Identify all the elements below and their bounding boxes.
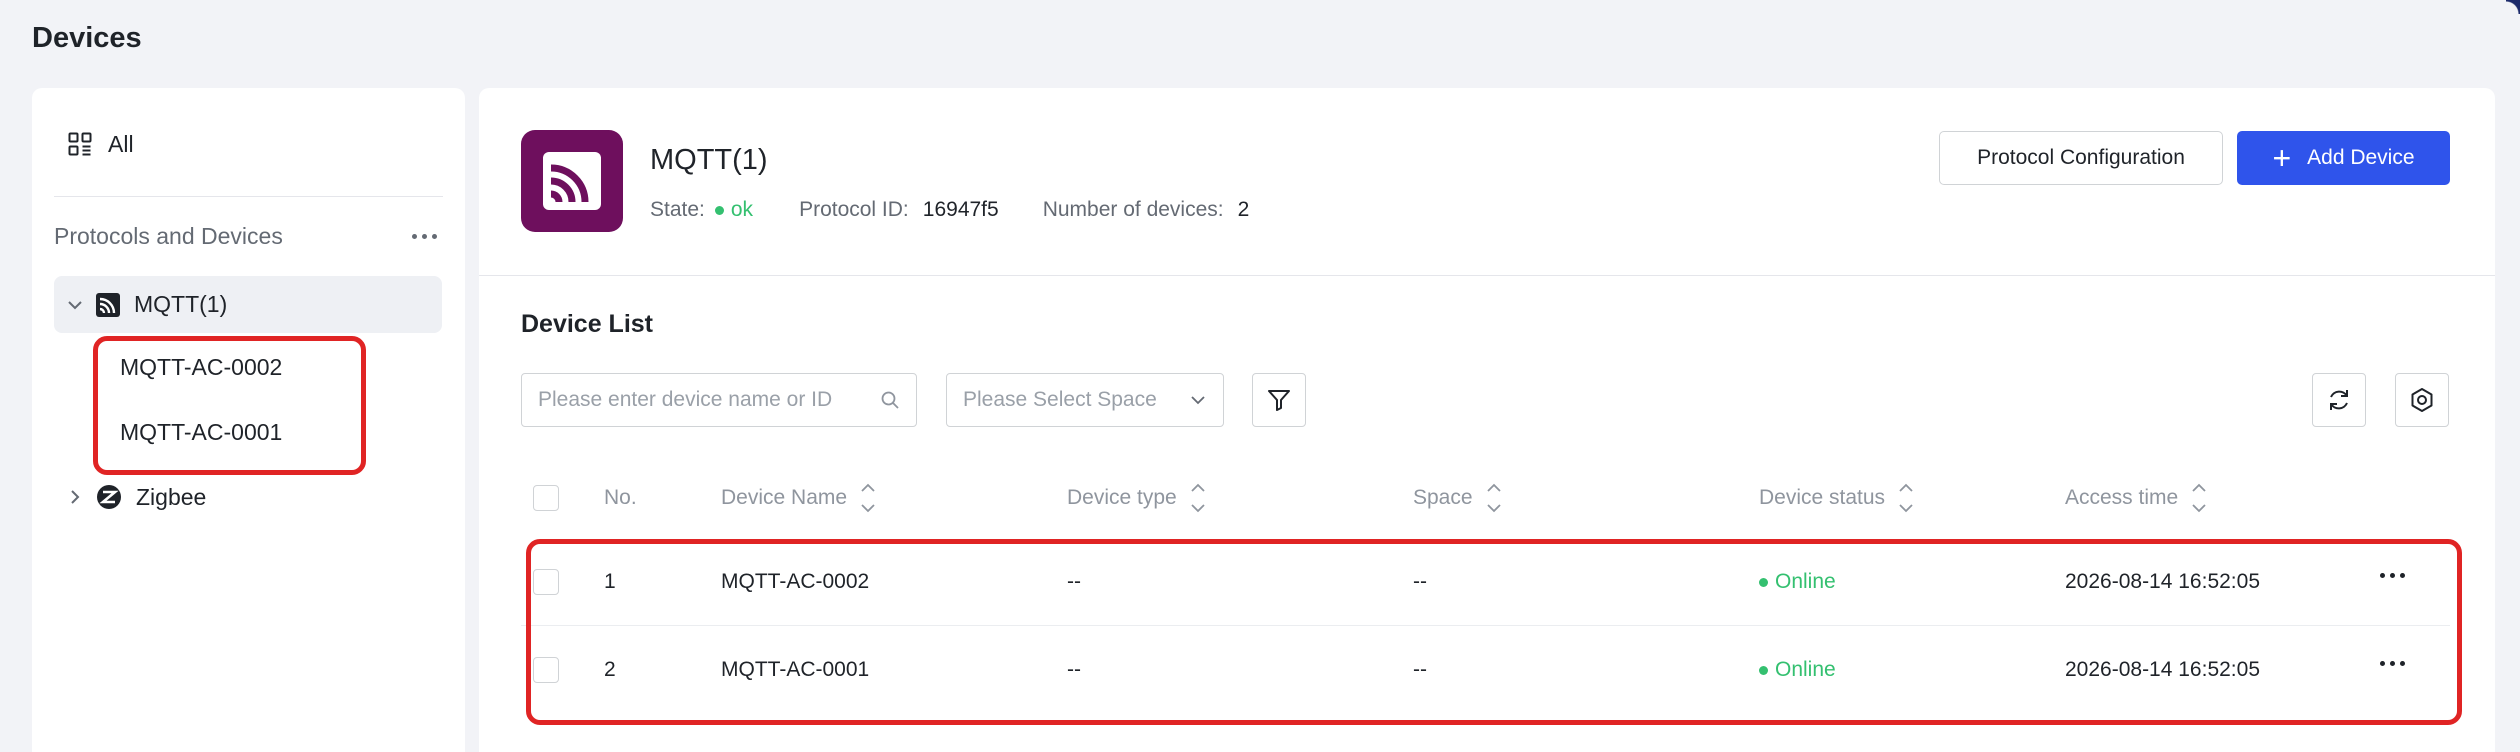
plus-icon: + <box>2272 140 2292 176</box>
row-more-icon[interactable] <box>2374 655 2411 672</box>
chevron-down-icon[interactable] <box>66 296 84 314</box>
cell-device-name: MQTT-AC-0001 <box>721 658 870 681</box>
filter-button[interactable] <box>1252 373 1306 427</box>
cell-device-status: Online <box>1759 626 1836 714</box>
space-select-placeholder: Please Select Space <box>963 388 1157 411</box>
protocols-section-header: Protocols and Devices <box>54 218 443 254</box>
status-dot <box>1759 577 1768 587</box>
cell-device-name: MQTT-AC-0002 <box>721 570 870 593</box>
cell-space: -- <box>1413 658 1427 681</box>
state-text: ok <box>730 198 754 221</box>
column-header-device-type[interactable]: Device type <box>1067 458 1207 538</box>
chevron-down-icon <box>1191 396 1205 405</box>
chevron-right-icon[interactable] <box>66 488 84 506</box>
protocol-configuration-button[interactable]: Protocol Configuration <box>1939 131 2223 185</box>
cell-device-type: -- <box>1067 658 1081 681</box>
status-badge: Online <box>1759 658 1836 682</box>
cell-no: 1 <box>604 570 616 593</box>
device-search-box[interactable] <box>521 373 917 427</box>
select-all-cell <box>533 458 559 538</box>
status-dot <box>1759 665 1768 675</box>
add-device-button[interactable]: + Add Device <box>2237 131 2450 185</box>
tree-item-label: MQTT(1) <box>134 291 228 317</box>
sort-icon[interactable] <box>2190 479 2208 517</box>
cell-access-time: 2026-08-14 16:52:05 <box>2065 658 2260 681</box>
column-header-device-name[interactable]: Device Name <box>721 458 877 538</box>
grid-icon <box>68 132 92 156</box>
cell-access-time: 2026-08-14 16:52:05 <box>2065 570 2260 593</box>
tree-item-label: Zigbee <box>136 483 207 510</box>
state-label: State: <box>650 198 705 221</box>
sort-icon[interactable] <box>1897 479 1915 517</box>
tree-child-device[interactable]: MQTT-AC-0002 <box>120 354 282 381</box>
table-header: No. Device Name Device type Space Device… <box>521 458 2450 538</box>
row-more-icon[interactable] <box>2374 567 2411 584</box>
add-device-label: Add Device <box>2307 146 2415 169</box>
tree-child-device[interactable]: MQTT-AC-0001 <box>120 419 282 446</box>
sort-icon[interactable] <box>1485 479 1503 517</box>
window-corner <box>2506 0 2520 14</box>
device-count-value: 2 <box>1237 198 1250 221</box>
protocol-id-value: 16947f5 <box>922 198 999 221</box>
table-row[interactable]: 1 MQTT-AC-0002 -- -- Online 2026-08-14 1… <box>521 538 2450 626</box>
space-select[interactable]: Please Select Space <box>946 373 1224 427</box>
protocol-name: MQTT(1) <box>650 144 768 176</box>
status-dot <box>714 205 724 215</box>
cell-device-type: -- <box>1067 570 1081 593</box>
cell-no: 2 <box>604 658 616 681</box>
row-checkbox[interactable] <box>533 657 559 683</box>
refresh-button[interactable] <box>2312 373 2366 427</box>
tree-all-label: All <box>108 130 134 157</box>
column-header-device-status[interactable]: Device status <box>1759 458 1915 538</box>
column-header-access-time[interactable]: Access time <box>2065 458 2208 538</box>
divider <box>54 196 443 197</box>
search-icon[interactable] <box>880 390 900 410</box>
device-count-label: Number of devices: <box>1042 198 1224 221</box>
column-header-space[interactable]: Space <box>1413 458 1503 538</box>
tree-item-zigbee[interactable]: Zigbee <box>66 477 206 517</box>
row-checkbox[interactable] <box>533 569 559 595</box>
mqtt-icon <box>543 152 601 210</box>
cell-space: -- <box>1413 570 1427 593</box>
protocol-meta: State: ok Protocol ID: 16947f5 Number of… <box>650 198 1249 222</box>
refresh-icon <box>2330 390 2348 410</box>
cell-device-status: Online <box>1759 538 1836 626</box>
mqtt-logo <box>521 130 623 232</box>
tree-item-mqtt[interactable]: MQTT(1) <box>54 276 442 333</box>
divider <box>479 275 2495 276</box>
device-search-input[interactable] <box>538 388 880 412</box>
filter-icon <box>1268 390 1290 411</box>
sort-icon[interactable] <box>1189 479 1207 517</box>
sort-icon[interactable] <box>859 479 877 517</box>
page-title: Devices <box>32 22 142 54</box>
state-value: ok <box>714 198 754 222</box>
section-title: Protocols and Devices <box>54 222 283 249</box>
status-badge: Online <box>1759 570 1836 594</box>
settings-icon <box>2411 388 2433 412</box>
device-list-title: Device List <box>521 310 654 338</box>
zigbee-icon <box>97 485 121 509</box>
protocol-id-label: Protocol ID: <box>799 198 909 221</box>
table-settings-button[interactable] <box>2395 373 2449 427</box>
column-header-no: No. <box>604 486 637 509</box>
table-row[interactable]: 2 MQTT-AC-0001 -- -- Online 2026-08-14 1… <box>521 626 2450 714</box>
mqtt-icon <box>96 292 120 317</box>
tree-all-item[interactable]: All <box>68 128 134 160</box>
select-all-checkbox[interactable] <box>533 485 559 511</box>
section-more-icon[interactable] <box>406 228 443 245</box>
